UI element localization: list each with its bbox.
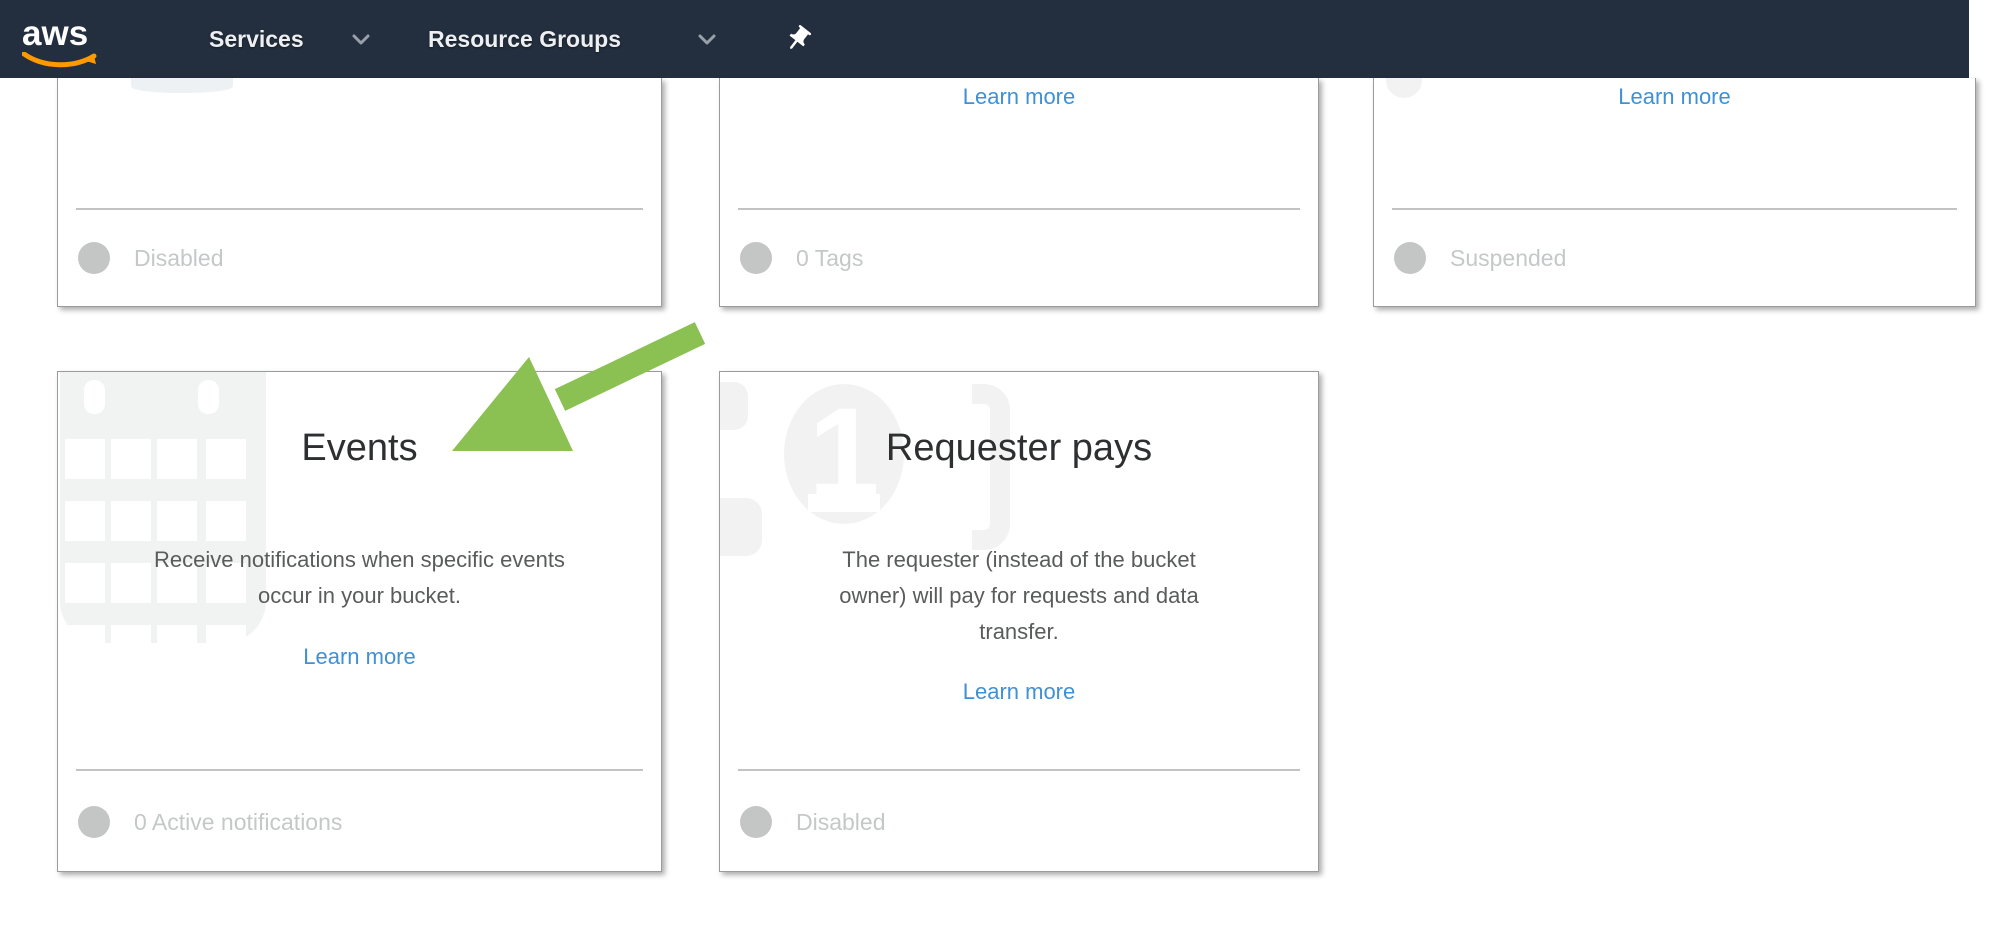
status-label: Disabled — [134, 245, 224, 272]
card-title: Events — [58, 427, 661, 470]
property-card-partial-2[interactable]: Learn more 0 Tags — [719, 78, 1319, 307]
card-status-row: Suspended — [1394, 236, 1566, 280]
card-divider — [76, 769, 643, 771]
learn-more-link[interactable]: Learn more — [720, 84, 1318, 110]
chevron-down-icon — [352, 34, 370, 45]
card-status-row: Disabled — [740, 794, 886, 850]
aws-logo[interactable]: aws — [22, 12, 108, 68]
nav-services-label: Services — [209, 26, 304, 53]
chevron-down-icon — [698, 34, 716, 45]
card-description: Receive notifications when specific even… — [125, 542, 595, 614]
aws-smile-swoosh — [22, 52, 108, 70]
status-label: Disabled — [796, 809, 886, 836]
card-divider — [738, 208, 1300, 210]
status-label: 0 Tags — [796, 245, 863, 272]
property-card-partial-1[interactable]: Disabled — [57, 78, 662, 307]
status-indicator-circle — [740, 806, 772, 838]
card-description: The requester (instead of the bucket own… — [819, 542, 1219, 650]
nav-services-menu[interactable]: Services — [209, 0, 304, 78]
status-indicator-circle — [78, 806, 110, 838]
property-card-requester-pays[interactable]: 1 Requester pays The requester (instead … — [719, 371, 1319, 872]
card-divider — [76, 208, 643, 210]
status-label: 0 Active notifications — [134, 809, 342, 836]
property-card-partial-3[interactable]: Learn more Suspended — [1373, 78, 1976, 307]
learn-more-link[interactable]: Learn more — [58, 644, 661, 670]
nav-resource-groups-menu[interactable]: Resource Groups — [428, 0, 621, 78]
status-indicator-circle — [1394, 242, 1426, 274]
learn-more-link[interactable]: Learn more — [720, 679, 1318, 705]
watermark-icon-fragment — [131, 78, 233, 93]
property-card-events[interactable]: Events Receive notifications when specif… — [57, 371, 662, 872]
nav-resource-groups-label: Resource Groups — [428, 26, 621, 53]
card-divider — [1392, 208, 1957, 210]
aws-logo-text: aws — [22, 14, 88, 54]
card-status-row: 0 Tags — [740, 236, 863, 280]
top-navigation-bar: aws Services Resource Groups — [0, 0, 1969, 78]
pushpin-icon[interactable] — [783, 24, 813, 54]
status-label: Suspended — [1450, 245, 1566, 272]
learn-more-link[interactable]: Learn more — [1374, 84, 1975, 110]
card-divider — [738, 769, 1300, 771]
card-title: Requester pays — [720, 427, 1318, 470]
status-indicator-circle — [78, 242, 110, 274]
status-indicator-circle — [740, 242, 772, 274]
card-status-row: Disabled — [78, 236, 224, 280]
card-status-row: 0 Active notifications — [78, 794, 342, 850]
